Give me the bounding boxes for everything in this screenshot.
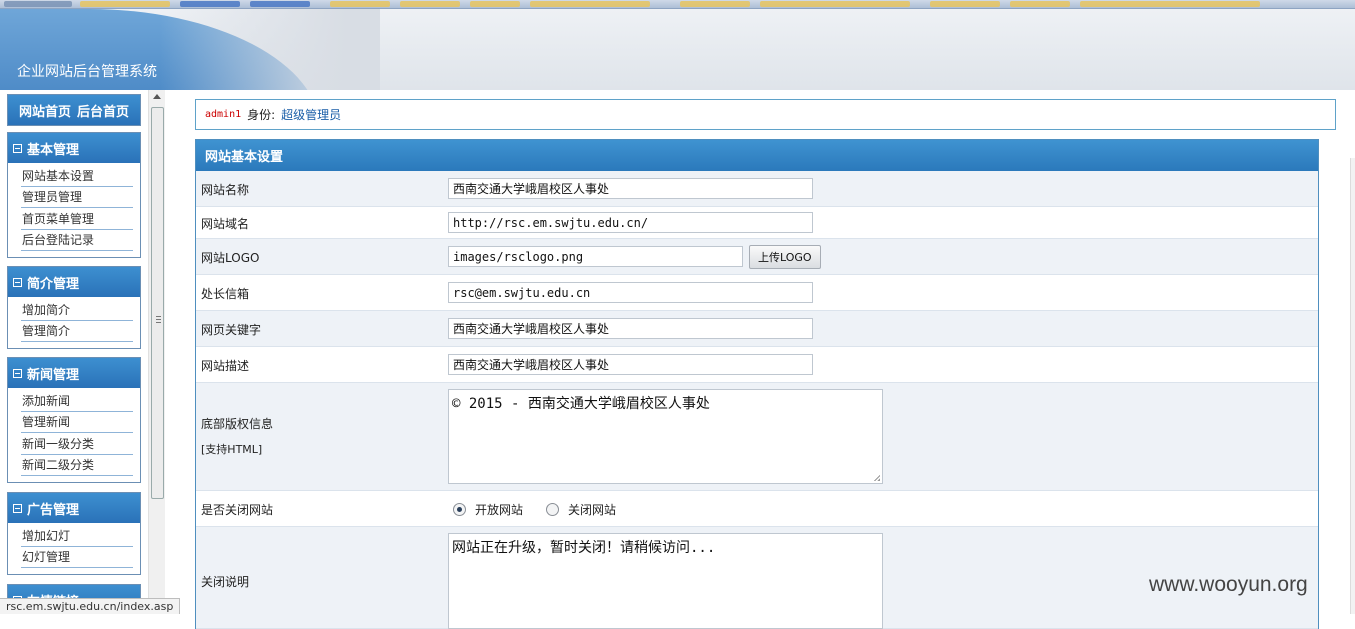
sidebar-item-news-category-1[interactable]: 新闻一级分类 — [21, 433, 133, 455]
admin-home-link[interactable]: 后台首页 — [77, 101, 129, 120]
grip-icon — [156, 316, 161, 323]
menu-header-news[interactable]: 新闻管理 — [8, 358, 140, 388]
row-copyright: 底部版权信息 [支持HTML] © 2015 - 西南交通大学峨眉校区人事处 — [196, 383, 1318, 491]
menu-title: 基本管理 — [27, 142, 80, 158]
radio-unchecked-icon[interactable] — [546, 503, 559, 516]
menu-basic: 基本管理 网站基本设置 管理员管理 首页菜单管理 后台登陆记录 — [7, 132, 141, 258]
menu-title: 新闻管理 — [27, 367, 80, 383]
taskbar-start — [4, 1, 72, 7]
close-note-label: 关闭说明 — [201, 575, 250, 589]
close-site-label: 是否关闭网站 — [201, 503, 274, 517]
bookmark-item — [1010, 1, 1070, 7]
row-site-domain: 网站域名 http://rsc.em.swjtu.edu.cn/ — [196, 207, 1318, 239]
copyright-label: 底部版权信息 — [201, 417, 274, 431]
collapse-icon — [13, 143, 22, 153]
bookmark-item — [470, 1, 520, 7]
sidebar-item-manage-slide[interactable]: 幻灯管理 — [21, 547, 133, 568]
copyright-text: © 2015 - 西南交通大学峨眉校区人事处 — [452, 396, 710, 412]
sidebar-item-manage-news[interactable]: 管理新闻 — [21, 412, 133, 433]
sidebar-item-add-news[interactable]: 添加新闻 — [21, 390, 133, 412]
sidebar-item-add-intro[interactable]: 增加简介 — [21, 299, 133, 321]
sidebar-item-admin-manage[interactable]: 管理员管理 — [21, 187, 133, 208]
site-home-link[interactable]: 网站首页 — [19, 101, 71, 120]
keywords-label: 网页关键字 — [201, 323, 262, 337]
username: admin1 — [205, 109, 242, 120]
radio-open-label: 开放网站 — [475, 503, 524, 517]
resize-handle-icon[interactable] — [873, 474, 880, 481]
menu-ads: 广告管理 增加幻灯 幻灯管理 — [7, 492, 141, 575]
row-description: 网站描述 西南交通大学峨眉校区人事处 — [196, 347, 1318, 383]
menu-header-intro[interactable]: 简介管理 — [8, 267, 140, 297]
sidebar-item-news-category-2[interactable]: 新闻二级分类 — [21, 455, 133, 476]
sidebar-item-home-menu[interactable]: 首页菜单管理 — [21, 208, 133, 230]
user-info-bar: admin1 身份: 超级管理员 — [195, 99, 1336, 130]
close-note-textarea[interactable]: 网站正在升级，暂时关闭！请稍候访问... — [448, 533, 883, 629]
site-name-input[interactable]: 西南交通大学峨眉校区人事处 — [448, 178, 813, 199]
site-logo-input[interactable]: images/rsclogo.png — [448, 246, 743, 267]
html-support-note: [支持HTML] — [201, 443, 263, 456]
header-banner-fade — [160, 9, 380, 90]
keywords-input[interactable]: 西南交通大学峨眉校区人事处 — [448, 318, 813, 339]
site-domain-label: 网站域名 — [201, 217, 250, 231]
bookmark-item — [930, 1, 1000, 7]
bookmark-item — [250, 1, 310, 7]
panel-title: 网站基本设置 — [196, 140, 1318, 171]
radio-close-site[interactable]: 关闭网站 — [546, 501, 616, 518]
collapse-icon — [13, 368, 22, 378]
sidebar: 网站首页 后台首页 基本管理 网站基本设置 管理员管理 首页菜单管理 后台登陆记… — [0, 90, 148, 614]
radio-checked-icon[interactable] — [453, 503, 466, 516]
email-label: 处长信箱 — [201, 287, 250, 301]
menu-title: 广告管理 — [27, 502, 80, 518]
copyright-textarea[interactable]: © 2015 - 西南交通大学峨眉校区人事处 — [448, 389, 883, 484]
menu-header-ads[interactable]: 广告管理 — [8, 493, 140, 523]
role-value: 超级管理员 — [281, 108, 342, 122]
description-input[interactable]: 西南交通大学峨眉校区人事处 — [448, 354, 813, 375]
row-site-name: 网站名称 西南交通大学峨眉校区人事处 — [196, 171, 1318, 207]
bookmark-item — [180, 1, 240, 7]
row-email: 处长信箱 rsc@em.swjtu.edu.cn — [196, 275, 1318, 311]
row-site-logo: 网站LOGO images/rsclogo.png 上传LOGO — [196, 239, 1318, 275]
bookmark-item — [530, 1, 650, 7]
email-input[interactable]: rsc@em.swjtu.edu.cn — [448, 282, 813, 303]
bookmark-item — [680, 1, 750, 7]
bookmark-item — [1080, 1, 1260, 7]
browser-bookmark-bar — [0, 0, 1355, 9]
browser-status-bar: rsc.em.swjtu.edu.cn/index.asp — [0, 598, 181, 614]
menu-news: 新闻管理 添加新闻 管理新闻 新闻一级分类 新闻二级分类 — [7, 357, 141, 483]
sidebar-scrollbar[interactable] — [148, 90, 165, 614]
site-header: 企业网站后台管理系统 — [0, 9, 1355, 90]
scrollbar-thumb[interactable] — [151, 107, 164, 499]
role-label: 身份: — [247, 108, 276, 122]
sidebar-item-site-settings[interactable]: 网站基本设置 — [21, 165, 133, 187]
row-keywords: 网页关键字 西南交通大学峨眉校区人事处 — [196, 311, 1318, 347]
site-logo-label: 网站LOGO — [201, 251, 260, 265]
watermark: www.wooyun.org — [1149, 573, 1308, 596]
bookmark-item — [400, 1, 460, 7]
description-label: 网站描述 — [201, 359, 250, 373]
sidebar-item-add-slide[interactable]: 增加幻灯 — [21, 525, 133, 547]
bookmark-item — [80, 1, 170, 7]
sidebar-item-manage-intro[interactable]: 管理简介 — [21, 321, 133, 342]
bookmark-item — [760, 1, 910, 7]
site-name-label: 网站名称 — [201, 183, 250, 197]
close-note-text: 网站正在升级，暂时关闭！请稍候访问... — [452, 540, 716, 556]
radio-close-label: 关闭网站 — [568, 503, 617, 517]
row-close-site: 是否关闭网站 开放网站 关闭网站 — [196, 491, 1318, 527]
page-scrollbar[interactable] — [1350, 158, 1355, 614]
upload-logo-button[interactable]: 上传LOGO — [749, 245, 821, 269]
menu-title: 简介管理 — [27, 276, 80, 292]
scroll-up-arrow-icon[interactable] — [153, 94, 161, 99]
site-domain-input[interactable]: http://rsc.em.swjtu.edu.cn/ — [448, 212, 813, 233]
radio-open-site[interactable]: 开放网站 — [453, 501, 523, 518]
bookmark-item — [330, 1, 390, 7]
system-title: 企业网站后台管理系统 — [17, 64, 157, 80]
sidebar-item-login-log[interactable]: 后台登陆记录 — [21, 230, 133, 251]
collapse-icon — [13, 503, 22, 513]
sidebar-home-links: 网站首页 后台首页 — [7, 94, 141, 126]
menu-intro: 简介管理 增加简介 管理简介 — [7, 266, 141, 349]
settings-panel: 网站基本设置 网站名称 西南交通大学峨眉校区人事处 网站域名 http://rs… — [195, 139, 1319, 629]
menu-header-basic[interactable]: 基本管理 — [8, 133, 140, 163]
collapse-icon — [13, 277, 22, 287]
